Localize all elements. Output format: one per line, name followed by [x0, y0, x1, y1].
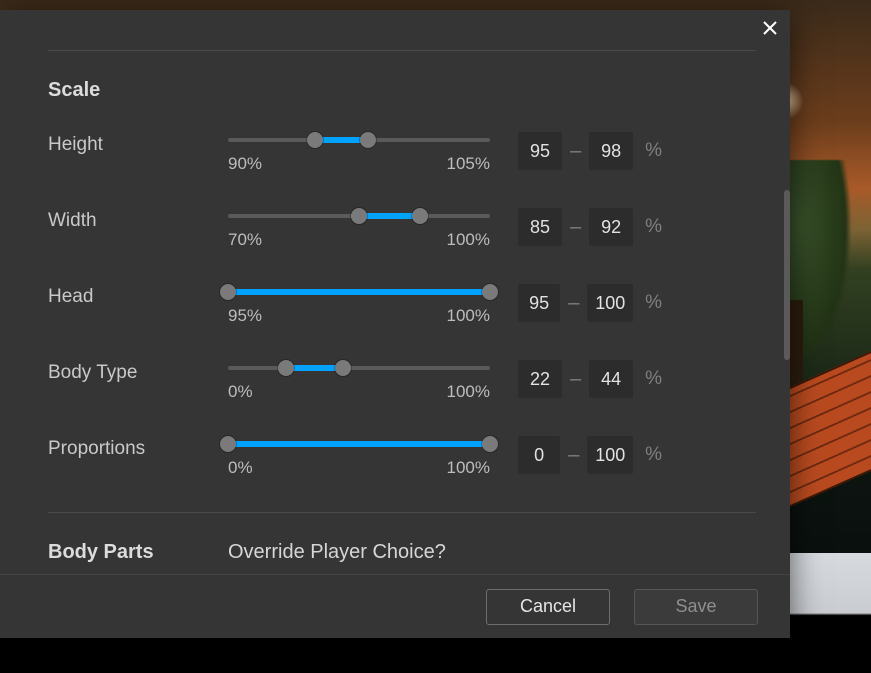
- slider-thumb-lo[interactable]: [220, 436, 236, 452]
- proportions-slider-labels: 0% 100%: [228, 458, 490, 478]
- slider-fill: [228, 289, 490, 295]
- save-button[interactable]: Save: [634, 589, 758, 625]
- slider-min-label: 0%: [228, 458, 253, 478]
- width-slider[interactable]: [228, 208, 490, 224]
- body-type-slider[interactable]: [228, 360, 490, 376]
- slider-max-label: 100%: [447, 458, 490, 478]
- modal-body: Scale Height 90% 105%: [0, 10, 790, 574]
- slider-thumb-lo[interactable]: [307, 132, 323, 148]
- head-range-inputs: 95 – 100 %: [490, 284, 662, 322]
- unit-label: %: [645, 444, 662, 466]
- height-range-inputs: 95 – 98 %: [490, 132, 662, 170]
- scale-section-title: Scale: [48, 79, 756, 102]
- proportions-slider[interactable]: [228, 436, 490, 452]
- scrollbar-thumb[interactable]: [784, 190, 790, 360]
- range-dash: –: [570, 141, 581, 161]
- width-min-input[interactable]: 85: [518, 208, 562, 246]
- slider-min-label: 0%: [228, 382, 253, 402]
- slider-thumb-hi[interactable]: [360, 132, 376, 148]
- slider-max-label: 100%: [447, 230, 490, 250]
- slider-thumb-hi[interactable]: [412, 208, 428, 224]
- head-slider[interactable]: [228, 284, 490, 300]
- slider-max-label: 100%: [447, 306, 490, 326]
- height-label: Height: [48, 132, 228, 156]
- body-type-label: Body Type: [48, 360, 228, 384]
- slider-fill: [228, 441, 490, 447]
- height-min-input[interactable]: 95: [518, 132, 562, 170]
- proportions-label: Proportions: [48, 436, 228, 460]
- section-divider: [48, 50, 756, 51]
- proportions-min-input[interactable]: 0: [518, 436, 560, 474]
- head-row: Head 95% 100% 95 – 100: [48, 284, 756, 326]
- slider-thumb-lo[interactable]: [351, 208, 367, 224]
- slider-thumb-hi[interactable]: [482, 284, 498, 300]
- unit-label: %: [645, 292, 662, 314]
- scroll-region[interactable]: Scale Height 90% 105%: [48, 50, 766, 574]
- slider-min-label: 70%: [228, 230, 262, 250]
- height-slider-labels: 90% 105%: [228, 154, 490, 174]
- width-label: Width: [48, 208, 228, 232]
- height-row: Height 90% 105% 95 – 98: [48, 132, 756, 174]
- unit-label: %: [645, 140, 662, 162]
- range-dash: –: [570, 369, 581, 389]
- body-type-slider-labels: 0% 100%: [228, 382, 490, 402]
- slider-max-label: 100%: [447, 382, 490, 402]
- width-slider-wrap: 70% 100%: [228, 208, 490, 250]
- slider-min-label: 95%: [228, 306, 262, 326]
- head-max-input[interactable]: 100: [587, 284, 633, 322]
- head-min-input[interactable]: 95: [518, 284, 560, 322]
- avatar-settings-modal: Scale Height 90% 105%: [0, 10, 790, 638]
- proportions-range-inputs: 0 – 100 %: [490, 436, 662, 474]
- body-type-range-inputs: 22 – 44 %: [490, 360, 662, 398]
- width-max-input[interactable]: 92: [589, 208, 633, 246]
- body-type-min-input[interactable]: 22: [518, 360, 562, 398]
- slider-thumb-hi[interactable]: [335, 360, 351, 376]
- proportions-slider-wrap: 0% 100%: [228, 436, 490, 478]
- slider-min-label: 90%: [228, 154, 262, 174]
- override-question-label: Override Player Choice?: [228, 541, 756, 564]
- slider-fill: [359, 213, 420, 219]
- modal-footer: Cancel Save: [0, 574, 790, 638]
- range-dash: –: [568, 445, 579, 465]
- height-max-input[interactable]: 98: [589, 132, 633, 170]
- body-type-row: Body Type 0% 100% 22 –: [48, 360, 756, 402]
- slider-track: [228, 366, 490, 370]
- unit-label: %: [645, 368, 662, 390]
- width-slider-labels: 70% 100%: [228, 230, 490, 250]
- slider-thumb-hi[interactable]: [482, 436, 498, 452]
- head-label: Head: [48, 284, 228, 308]
- unit-label: %: [645, 216, 662, 238]
- slider-thumb-lo[interactable]: [278, 360, 294, 376]
- head-slider-wrap: 95% 100%: [228, 284, 490, 326]
- slider-max-label: 105%: [447, 154, 490, 174]
- proportions-row: Proportions 0% 100% 0 –: [48, 436, 756, 478]
- body-parts-title: Body Parts: [48, 541, 228, 564]
- height-slider-wrap: 90% 105%: [228, 132, 490, 174]
- proportions-max-input[interactable]: 100: [587, 436, 633, 474]
- body-parts-row: Body Parts Override Player Choice?: [48, 541, 756, 564]
- width-row: Width 70% 100% 85 – 92: [48, 208, 756, 250]
- height-slider[interactable]: [228, 132, 490, 148]
- range-dash: –: [570, 217, 581, 237]
- body-type-slider-wrap: 0% 100%: [228, 360, 490, 402]
- head-slider-labels: 95% 100%: [228, 306, 490, 326]
- cancel-button[interactable]: Cancel: [486, 589, 610, 625]
- range-dash: –: [568, 293, 579, 313]
- section-divider: [48, 512, 756, 513]
- body-type-max-input[interactable]: 44: [589, 360, 633, 398]
- width-range-inputs: 85 – 92 %: [490, 208, 662, 246]
- slider-thumb-lo[interactable]: [220, 284, 236, 300]
